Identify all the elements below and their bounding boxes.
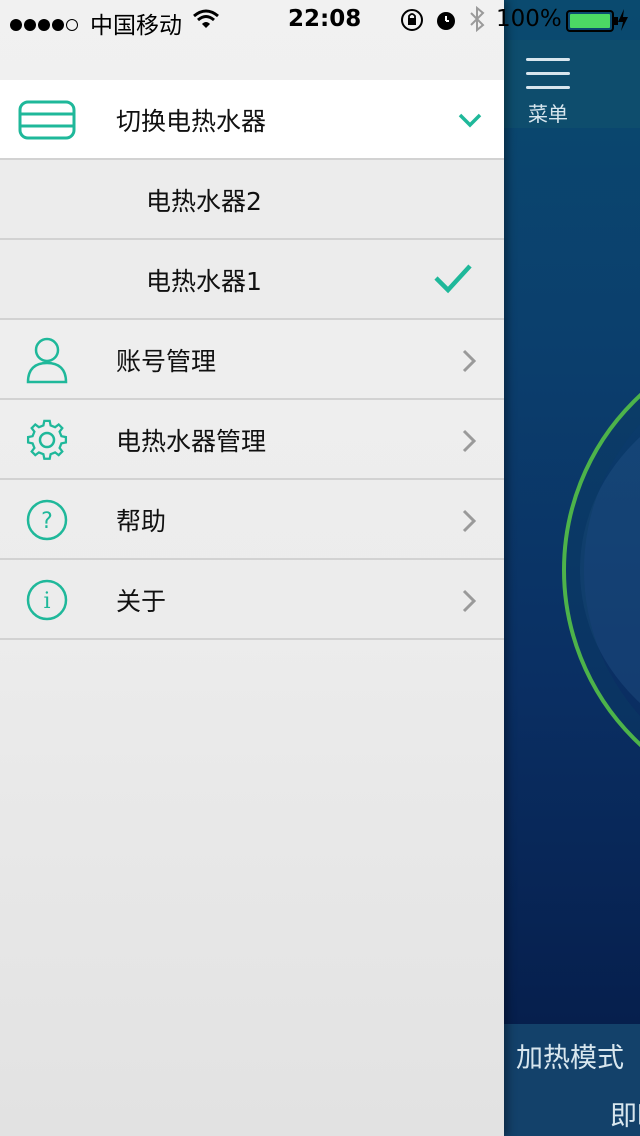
menu-item-heater-management[interactable]: 电热水器管理 [0,400,504,480]
device-item-label: 电热水器1 [146,267,262,296]
battery-icon [566,10,618,32]
status-bar: 中国移动 22:08 100% [0,0,640,40]
switch-heater-header[interactable]: 切换电热水器 [0,80,504,160]
signal-strength-icon [10,12,80,37]
svg-text:?: ? [41,509,53,534]
menu-item-help[interactable]: ? 帮助 [0,480,504,560]
menu-label: 菜单 [528,102,568,126]
menu-item-label: 账号管理 [116,347,217,376]
clock: 22:08 [288,6,362,32]
menu-item-label: 电热水器管理 [116,427,267,456]
chevron-down-icon [458,113,482,128]
menu-item-account[interactable]: 账号管理 [0,320,504,400]
bluetooth-icon [470,6,485,32]
water-heater-icon [18,100,76,140]
device-item-1[interactable]: 电热水器1 [0,240,504,320]
charging-icon [618,9,628,31]
menu-item-label: 关于 [116,587,167,616]
chevron-right-icon [462,509,477,533]
side-drawer: 切换电热水器 电热水器2 电热水器1 账号管理 电热水器管理 ? 帮助 i 关于 [0,0,504,1136]
menu-item-about[interactable]: i 关于 [0,560,504,640]
wifi-icon [193,9,219,28]
temperature-dial[interactable] [562,330,640,810]
battery-percent: 100% [496,6,562,32]
gear-icon [26,419,68,460]
user-icon [26,337,68,384]
device-item-2[interactable]: 电热水器2 [0,160,504,240]
heating-mode-value: 即时 [610,1101,640,1132]
chevron-right-icon [462,349,477,373]
svg-text:i: i [43,589,50,614]
checkmark-icon [434,264,472,294]
switch-heater-label: 切换电热水器 [116,107,267,136]
info-icon: i [26,579,68,621]
carrier-name: 中国移动 [90,13,182,39]
help-icon: ? [26,499,68,541]
heating-mode-label: 加热模式 [516,1043,624,1074]
rotation-lock-icon [401,9,423,31]
chevron-right-icon [462,429,477,453]
menu-item-label: 帮助 [116,507,167,536]
alarm-icon [437,12,455,30]
chevron-right-icon [462,589,477,613]
device-item-label: 电热水器2 [146,187,262,216]
